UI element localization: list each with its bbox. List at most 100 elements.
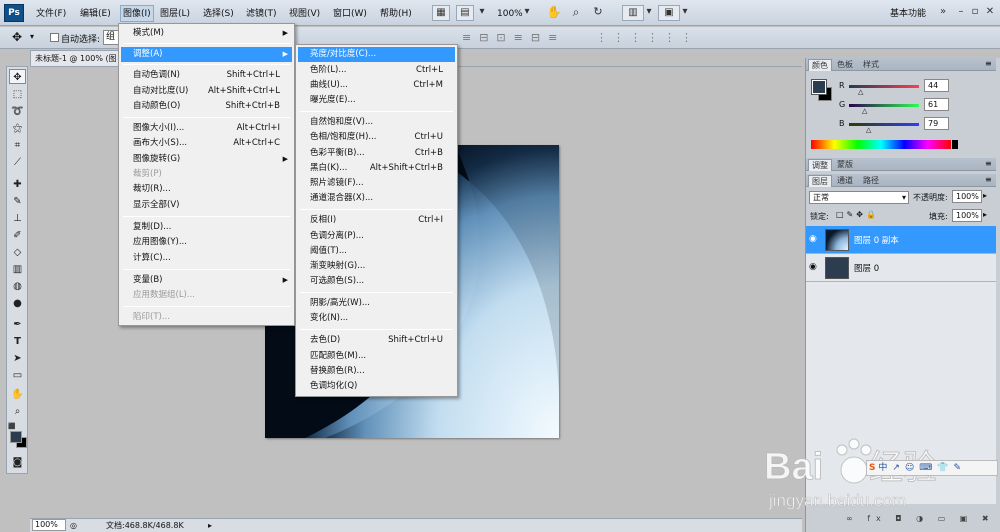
- menu-item-threshold[interactable]: 阈值(T)...: [298, 244, 455, 259]
- layer-row[interactable]: ◉ 图层 0 副本: [806, 226, 996, 254]
- brush-tool-icon[interactable]: ✎: [9, 194, 26, 209]
- workspace-dropdown[interactable]: »: [938, 5, 948, 21]
- zoom-tool-icon[interactable]: ⌕: [9, 404, 26, 419]
- menu-item-black-white[interactable]: 黑白(K)... Alt+Shift+Ctrl+B: [298, 161, 455, 176]
- layer-row[interactable]: ◉ 图层 0: [806, 254, 996, 282]
- chevron-down-icon[interactable]: ▾: [30, 32, 34, 41]
- b-slider-handle-icon[interactable]: △: [866, 126, 871, 134]
- r-value-field[interactable]: 44: [924, 79, 949, 92]
- menu-item-canvas-size[interactable]: 画布大小(S)... Alt+Ctrl+C: [121, 136, 292, 151]
- screen-mode-button[interactable]: ▣: [658, 5, 680, 21]
- menu-item-brightness-contrast[interactable]: 亮度/对比度(C)...: [298, 47, 455, 62]
- zoom-dropdown[interactable]: ▾: [522, 5, 532, 21]
- tab-layers[interactable]: 图层: [808, 175, 832, 187]
- ime-icons[interactable]: 中↗☺⌨👕✎: [878, 463, 966, 473]
- healing-brush-icon[interactable]: ✚: [9, 177, 26, 192]
- menu-item-selective-color[interactable]: 可选颜色(S)...: [298, 274, 455, 289]
- menu-item-match-color[interactable]: 匹配颜色(M)...: [298, 349, 455, 364]
- gradient-tool-icon[interactable]: ▥: [9, 262, 26, 277]
- arrange-dropdown[interactable]: ▾: [644, 5, 654, 21]
- align-icons[interactable]: ≡⊟⊡≡⊟≡: [462, 31, 565, 44]
- menu-view[interactable]: 视图(V): [289, 7, 320, 21]
- workspace-switcher[interactable]: 基本功能: [890, 7, 926, 21]
- menu-item-exposure[interactable]: 曝光度(E)...: [298, 93, 455, 108]
- menu-edit[interactable]: 编辑(E): [80, 7, 111, 21]
- menu-filter[interactable]: 滤镜(T): [246, 7, 277, 21]
- layer-name[interactable]: 图层 0 副本: [854, 234, 899, 246]
- status-menu-arrow-icon[interactable]: ▸: [208, 519, 212, 532]
- tab-paths[interactable]: 路径: [860, 175, 882, 187]
- arrange-documents-button[interactable]: ▥: [622, 5, 644, 21]
- menu-item-calculations[interactable]: 计算(C)...: [121, 251, 292, 266]
- menu-help[interactable]: 帮助(H): [380, 7, 412, 21]
- auto-select-checkbox[interactable]: [50, 33, 59, 42]
- b-slider[interactable]: [849, 123, 919, 126]
- tab-adjustments[interactable]: 调整: [808, 159, 832, 171]
- extras-menu[interactable]: ▾: [476, 5, 488, 21]
- rotate-view-button[interactable]: ↻: [590, 5, 606, 21]
- status-zoom-field[interactable]: 100%: [32, 519, 66, 531]
- menu-item-hue-saturation[interactable]: 色相/饱和度(H)... Ctrl+U: [298, 130, 455, 145]
- bridge-button[interactable]: ▦: [432, 5, 450, 21]
- hand-tool-button[interactable]: ✋: [546, 5, 562, 21]
- menu-item-image-rotation[interactable]: 图像旋转(G) ▶: [121, 152, 292, 167]
- menu-item-posterize[interactable]: 色调分离(P)...: [298, 229, 455, 244]
- menu-item-gradient-map[interactable]: 渐变映射(G)...: [298, 259, 455, 274]
- b-value-field[interactable]: 79: [924, 117, 949, 130]
- eyedropper-icon[interactable]: ⟋: [9, 155, 26, 170]
- auto-select-dropdown[interactable]: 组: [103, 30, 119, 45]
- g-value-field[interactable]: 61: [924, 98, 949, 111]
- minimize-button[interactable]: –: [955, 5, 967, 21]
- panel-menu-icon[interactable]: ≡: [985, 175, 992, 184]
- chevron-right-icon[interactable]: ▸: [983, 191, 987, 200]
- tab-channels[interactable]: 通道: [834, 175, 856, 187]
- panel-menu-icon[interactable]: ≡: [985, 159, 992, 168]
- pen-tool-icon[interactable]: ✒: [9, 317, 26, 332]
- menu-item-auto-contrast[interactable]: 自动对比度(U) Alt+Shift+Ctrl+L: [121, 84, 292, 99]
- crop-tool-icon[interactable]: ⌗: [9, 138, 26, 153]
- dodge-tool-icon[interactable]: ●: [9, 296, 26, 311]
- menu-item-trim[interactable]: 裁切(R)...: [121, 182, 292, 197]
- distribute-icons[interactable]: ⋮⋮⋮⋮⋮⋮: [596, 31, 698, 44]
- quick-mask-icon[interactable]: ◙: [9, 455, 26, 470]
- history-brush-icon[interactable]: ✐: [9, 228, 26, 243]
- menu-window[interactable]: 窗口(W): [333, 7, 367, 21]
- close-button[interactable]: ✕: [984, 5, 996, 21]
- menu-item-curves[interactable]: 曲线(U)... Ctrl+M: [298, 78, 455, 93]
- lasso-tool-icon[interactable]: ➰: [9, 104, 26, 119]
- menu-item-levels[interactable]: 色阶(L)... Ctrl+L: [298, 63, 455, 78]
- menu-image[interactable]: 图像(I): [120, 5, 154, 22]
- menu-item-auto-tone[interactable]: 自动色调(N) Shift+Ctrl+L: [121, 68, 292, 83]
- foreground-color-swatch[interactable]: [10, 431, 22, 443]
- menu-item-apply-data-set[interactable]: 应用数据组(L)...: [121, 288, 292, 303]
- menu-item-replace-color[interactable]: 替换颜色(R)...: [298, 364, 455, 379]
- black-swatch[interactable]: [952, 140, 958, 149]
- menu-item-variables[interactable]: 变量(B) ▶: [121, 273, 292, 288]
- menu-item-adjustments[interactable]: 调整(A) ▶: [121, 47, 292, 62]
- ime-logo-icon[interactable]: S: [869, 463, 875, 473]
- shape-tool-icon[interactable]: ▭: [9, 368, 26, 383]
- opacity-field[interactable]: 100%: [952, 190, 982, 203]
- chevron-right-icon[interactable]: ▸: [983, 210, 987, 219]
- screen-mode-dropdown[interactable]: ▾: [680, 5, 690, 21]
- g-slider[interactable]: [849, 104, 919, 107]
- zoom-tool-button[interactable]: ⌕: [568, 5, 584, 21]
- menu-item-equalize[interactable]: 色调均化(Q): [298, 379, 455, 394]
- magic-wand-icon[interactable]: ⚝: [9, 121, 26, 136]
- mini-bridge-button[interactable]: ▤: [456, 5, 474, 21]
- menu-item-crop[interactable]: 裁剪(P): [121, 167, 292, 182]
- tab-color[interactable]: 颜色: [808, 59, 832, 71]
- color-spectrum-bar[interactable]: [811, 140, 951, 149]
- menu-item-shadows-highlights[interactable]: 阴影/高光(W)...: [298, 296, 455, 311]
- clone-stamp-icon[interactable]: ⊥: [9, 211, 26, 226]
- menu-item-vibrance[interactable]: 自然饱和度(V)...: [298, 115, 455, 130]
- move-tool-icon[interactable]: ✥: [9, 69, 26, 84]
- menu-item-reveal-all[interactable]: 显示全部(V): [121, 198, 292, 213]
- hand-tool-icon[interactable]: ✋: [9, 387, 26, 402]
- eye-icon[interactable]: ◉: [809, 262, 817, 272]
- menu-item-trap[interactable]: 陷印(T)...: [121, 310, 292, 325]
- tab-masks[interactable]: 蒙版: [834, 159, 856, 171]
- menu-item-image-size[interactable]: 图像大小(I)... Alt+Ctrl+I: [121, 121, 292, 136]
- menu-item-auto-color[interactable]: 自动颜色(O) Shift+Ctrl+B: [121, 99, 292, 114]
- menu-item-color-balance[interactable]: 色彩平衡(B)... Ctrl+B: [298, 146, 455, 161]
